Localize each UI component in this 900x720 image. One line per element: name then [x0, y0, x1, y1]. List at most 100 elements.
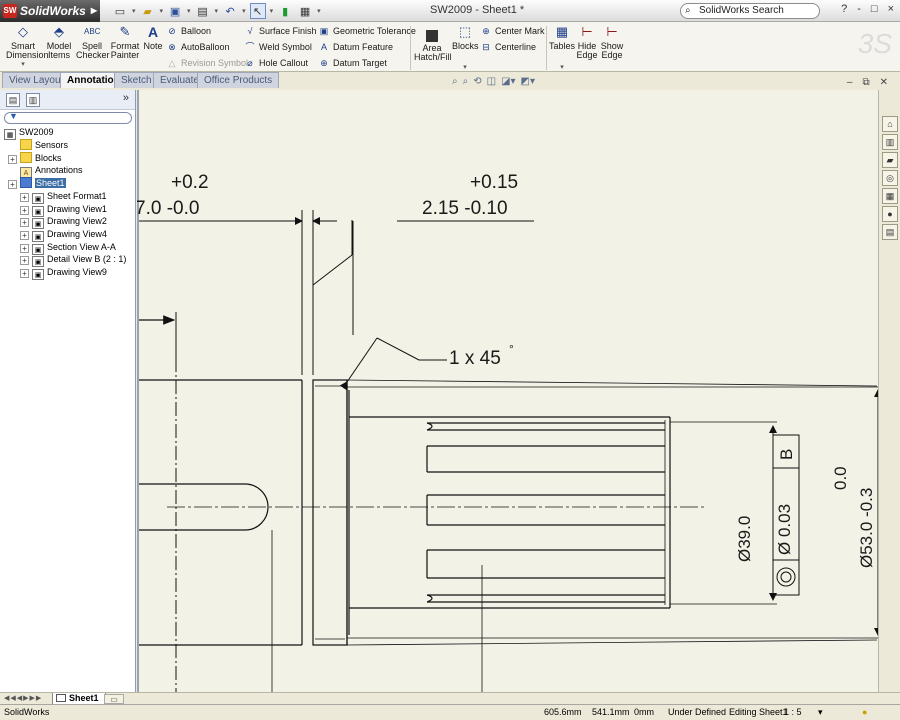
viewport-restore-button[interactable]: ⧉ [862, 77, 869, 88]
tree-item-drawing-view1[interactable]: + ▣ Drawing View1 [20, 203, 107, 217]
resources-icon[interactable]: ⌂ [882, 116, 898, 132]
expand-toggle-icon[interactable]: + [20, 230, 29, 240]
expand-toggle-icon[interactable]: + [8, 180, 17, 190]
tree-item-sensors[interactable]: Sensors [8, 139, 68, 151]
save-dropdown-icon[interactable]: ▾ [187, 7, 191, 15]
help-button[interactable]: ? [841, 3, 847, 15]
status-rebuild-icon[interactable]: ▾ [818, 705, 823, 720]
format-painter-button[interactable]: ✎ Format Painter [110, 24, 140, 60]
tree-item-annotations[interactable]: A Annotations [8, 164, 83, 179]
balloon-button[interactable]: ⊘ Balloon [166, 24, 211, 38]
sheet-nav-arrows[interactable]: ◀◀◀▶▶▶ [4, 693, 42, 704]
blocks-dropdown-icon[interactable]: ▾ [452, 63, 478, 72]
drawing-graphics-area[interactable]: +0.2 7.0 -0.0 +0.15 2.15 -0.10 1 x 45 ° … [137, 90, 878, 692]
open-dropdown-icon[interactable]: ▾ [160, 7, 164, 15]
center-mark-button[interactable]: ⊕ Center Mark [480, 24, 544, 38]
dim-53-tolerance-upper[interactable]: 0.0 [831, 466, 851, 490]
open-folder-icon[interactable]: ▰ [140, 3, 156, 19]
expand-toggle-icon[interactable]: + [20, 269, 29, 278]
tab-office-products[interactable]: Office Products [197, 72, 280, 88]
viewport-minimize-button[interactable]: – [847, 77, 853, 88]
search-input[interactable]: ⌕ SolidWorks Search [680, 3, 820, 19]
close-button[interactable]: × [888, 3, 894, 15]
gtol-datum-letter[interactable]: B [777, 449, 797, 460]
show-edge-button[interactable]: ⊢ Show Edge [600, 24, 624, 60]
hole-callout-button[interactable]: ⌀ Hole Callout [244, 56, 308, 70]
minimize-button[interactable]: - [857, 3, 861, 15]
view-palette-icon[interactable]: ▦ [882, 188, 898, 204]
expand-toggle-icon[interactable]: + [20, 192, 29, 202]
tree-item-sheet-format1[interactable]: + ▣ Sheet Format1 [20, 190, 107, 204]
custom-properties-icon[interactable]: ▤ [882, 224, 898, 240]
maximize-button[interactable]: □ [871, 3, 878, 15]
hide-edge-button[interactable]: ⊢ Hide Edge [576, 24, 598, 60]
view-orientation-icon[interactable]: ◪▾ [501, 76, 515, 87]
options-dropdown-icon[interactable]: ▾ [317, 7, 321, 15]
tables-dropdown-icon[interactable]: ▾ [548, 63, 576, 72]
tree-item-drawing-view2[interactable]: + ▣ Drawing View2 [20, 215, 107, 230]
area-hatch-button[interactable]: Area Hatch/Fill [414, 30, 452, 62]
solidworks-menu-button[interactable]: SW SolidWorks ▶ [0, 0, 100, 22]
gtol-runout-value[interactable]: Ø 0.03 [775, 504, 795, 555]
expand-toggle-icon[interactable]: + [20, 243, 29, 253]
select-arrow-icon[interactable]: ↖ [249, 3, 266, 19]
revision-symbol-button[interactable]: △ Revision Symbol [166, 56, 249, 70]
search-results-icon[interactable]: ◎ [882, 170, 898, 186]
autoballoon-button[interactable]: ⊗ AutoBalloon [166, 40, 229, 54]
file-explorer-icon[interactable]: ▰ [882, 152, 898, 168]
undo-icon[interactable]: ↶ [222, 3, 238, 19]
collapse-pane-icon[interactable]: » [123, 92, 129, 104]
property-manager-tab-icon[interactable]: ▥ [26, 93, 40, 107]
expand-toggle-icon[interactable]: + [20, 256, 29, 266]
dim-right-tolerance-upper[interactable]: +0.15 [470, 172, 518, 194]
tree-item-blocks[interactable]: + Blocks [8, 151, 62, 164]
weld-symbol-button[interactable]: ⌒ Weld Symbol [244, 40, 311, 54]
rebuild-icon[interactable]: ▮ [277, 3, 293, 19]
blocks-button[interactable]: ⬚ Blocks ▾ [452, 24, 479, 72]
dim-diameter-39[interactable]: Ø39.0 [735, 516, 755, 562]
note-button[interactable]: A Note [142, 24, 164, 51]
section-view-icon[interactable]: ◫ [487, 76, 496, 87]
zoom-to-area-icon[interactable]: ⌕ [463, 76, 469, 87]
chamfer-note[interactable]: 1 x 45 [449, 348, 501, 370]
tab-sketch[interactable]: Sketch [114, 72, 159, 88]
dim-right-value[interactable]: 2.15 -0.10 [422, 198, 508, 220]
dim-diameter-53[interactable]: Ø53.0 -0.3 [857, 488, 877, 568]
expand-toggle-icon[interactable]: + [20, 205, 29, 215]
display-style-icon[interactable]: ◩▾ [521, 76, 535, 87]
datum-target-button[interactable]: ⊕ Datum Target [318, 56, 387, 70]
tree-filter-input[interactable]: ▼ [4, 111, 132, 124]
viewport-close-button[interactable]: ✕ [880, 77, 888, 88]
appearances-icon[interactable]: ● [882, 206, 898, 222]
surface-finish-button[interactable]: √ Surface Finish [244, 24, 317, 38]
tree-item-sheet1[interactable]: + Sheet1 [8, 177, 66, 190]
tree-item-drawing-view4[interactable]: + ▣ Drawing View4 [20, 228, 107, 242]
print-icon[interactable]: ▤ [195, 3, 211, 19]
add-sheet-button[interactable]: ▭ [104, 694, 124, 704]
smart-dimension-button[interactable]: ◇ Smart Dimension ▾ [6, 24, 49, 69]
tables-button[interactable]: ▦ Tables ▾ [548, 24, 576, 72]
status-help-bubble-icon[interactable]: ● [862, 705, 867, 720]
geometric-tolerance-button[interactable]: ▣ Geometric Tolerance [318, 24, 416, 38]
model-items-button[interactable]: ⬘ Model Items [44, 24, 74, 60]
status-scale[interactable]: 1 : 5 [784, 705, 802, 720]
dim-left-tolerance-upper[interactable]: +0.2 [171, 172, 209, 194]
zoom-to-fit-icon[interactable]: ⌕ [452, 76, 458, 87]
feature-manager-tab-icon[interactable]: ▤ [6, 93, 20, 107]
expand-toggle-icon[interactable]: + [20, 218, 29, 228]
design-library-icon[interactable]: ▥ [882, 134, 898, 150]
tree-item-drawing-view9[interactable]: + ▣ Drawing View9 [20, 266, 107, 280]
new-dropdown-icon[interactable]: ▾ [132, 7, 136, 15]
save-icon[interactable]: ▣ [167, 3, 183, 19]
dim-left-value[interactable]: 7.0 -0.0 [137, 198, 199, 220]
new-document-icon[interactable]: ▭ [112, 3, 128, 19]
tree-item-section-view-a-a[interactable]: + ▣ Section View A-A [20, 241, 116, 255]
tree-root[interactable]: ▦ SW2009 [4, 126, 54, 140]
tree-item-detail-view-b[interactable]: + ▣ Detail View B (2 : 1) [20, 253, 126, 268]
datum-feature-button[interactable]: A Datum Feature [318, 40, 393, 54]
undo-dropdown-icon[interactable]: ▾ [242, 7, 246, 15]
select-dropdown-icon[interactable]: ▾ [270, 7, 274, 15]
options-icon[interactable]: ▦ [297, 3, 313, 19]
centerline-button[interactable]: ⊟ Centerline [480, 40, 536, 54]
spell-checker-button[interactable]: ABC Spell Checker [76, 24, 110, 60]
